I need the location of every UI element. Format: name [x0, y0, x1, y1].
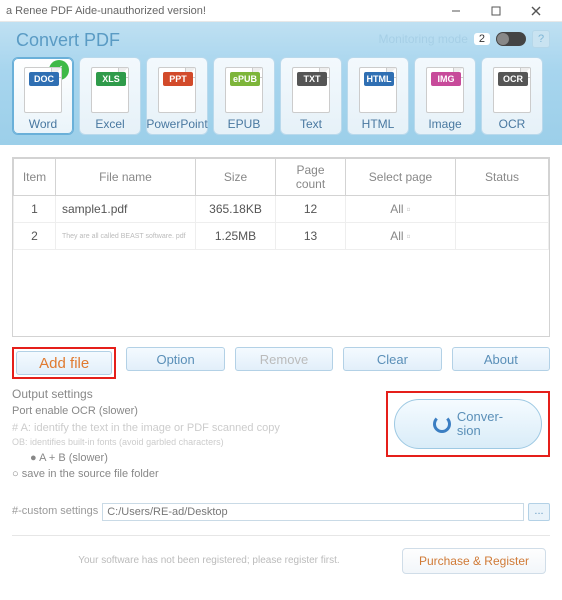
cell-size: 1.25MB	[196, 223, 276, 250]
format-excel[interactable]: ✓ XLS Excel	[79, 57, 141, 135]
custom-path-row: #-custom settings ...	[12, 503, 550, 521]
maximize-button[interactable]	[476, 0, 516, 22]
header: Convert PDF Monitoring mode 2 ? ✓ DOC Wo…	[0, 22, 562, 145]
format-icon: XLS	[91, 67, 129, 113]
output-path-input[interactable]	[102, 503, 524, 521]
format-label: Excel	[95, 117, 124, 131]
convert-label: Conver- sion	[457, 410, 503, 439]
col-item: Item	[14, 159, 56, 196]
format-icon: HTML	[359, 67, 397, 113]
purchase-register-button[interactable]: Purchase & Register	[402, 548, 546, 574]
format-icon: IMG	[426, 67, 464, 113]
format-label: PowerPoint	[146, 117, 207, 131]
output-settings: Output settings Port enable OCR (slower)…	[12, 385, 550, 521]
about-button[interactable]: About	[452, 347, 550, 371]
format-label: Text	[300, 117, 322, 131]
file-table: Item File name Size Page count Select pa…	[13, 158, 549, 250]
format-icon: ePUB	[225, 67, 263, 113]
cell-item: 1	[14, 196, 56, 223]
main: Item File name Size Page count Select pa…	[0, 145, 562, 584]
cell-selectpage[interactable]: All ▫	[346, 223, 456, 250]
file-table-wrap: Item File name Size Page count Select pa…	[12, 157, 550, 337]
format-label: EPUB	[228, 117, 261, 131]
custom-settings-label[interactable]: #-custom settings	[12, 503, 98, 520]
format-icon: PPT	[158, 67, 196, 113]
minimize-button[interactable]	[436, 0, 476, 22]
table-row[interactable]: 2 They are all called BEAST software. pd…	[14, 223, 549, 250]
window-title: a Renee PDF Aide-unauthorized version!	[6, 5, 436, 17]
cell-filename: They are all called BEAST software. pdf	[56, 223, 196, 250]
cell-status	[456, 223, 549, 250]
format-icon: TXT	[292, 67, 330, 113]
footer: Your software has not been registered; p…	[12, 535, 550, 578]
col-selectpage: Select page	[346, 159, 456, 196]
table-row[interactable]: 1 sample1.pdf 365.18KB 12 All ▫	[14, 196, 549, 223]
format-text[interactable]: ✓ TXT Text	[280, 57, 342, 135]
format-epub[interactable]: ✓ ePUB EPUB	[213, 57, 275, 135]
cell-selectpage[interactable]: All ▫	[346, 196, 456, 223]
format-label: Image	[428, 117, 461, 131]
convert-button[interactable]: Conver- sion	[394, 399, 542, 449]
browse-button[interactable]: ...	[528, 503, 550, 521]
titlebar: a Renee PDF Aide-unauthorized version!	[0, 0, 562, 22]
help-button[interactable]: ?	[532, 30, 550, 48]
add-file-highlight: Add file	[12, 347, 116, 379]
monitoring-count: 2	[474, 33, 490, 45]
cell-size: 365.18KB	[196, 196, 276, 223]
col-status: Status	[456, 159, 549, 196]
register-message: Your software has not been registered; p…	[16, 555, 402, 566]
format-row: ✓ DOC Word ✓ XLS Excel ✓ PPT PowerPoint …	[10, 57, 552, 135]
save-source-radio[interactable]: ○ save in the source file folder	[12, 466, 550, 483]
format-icon: DOC	[24, 67, 62, 113]
remove-button[interactable]: Remove	[235, 347, 333, 371]
format-powerpoint[interactable]: ✓ PPT PowerPoint	[146, 57, 208, 135]
format-ocr[interactable]: ✓ OCR OCR	[481, 57, 543, 135]
button-row: Add file Option Remove Clear About	[12, 347, 550, 379]
clear-button[interactable]: Clear	[343, 347, 441, 371]
format-icon: OCR	[493, 67, 531, 113]
col-filename: File name	[56, 159, 196, 196]
cell-pagecount: 12	[276, 196, 346, 223]
monitoring-label: Monitoring mode	[378, 32, 467, 46]
cell-pagecount: 13	[276, 223, 346, 250]
close-button[interactable]	[516, 0, 556, 22]
cell-filename: sample1.pdf	[56, 196, 196, 223]
monitoring-area: Monitoring mode 2 ?	[378, 30, 550, 48]
option-button[interactable]: Option	[126, 347, 224, 371]
cell-item: 2	[14, 223, 56, 250]
add-file-button[interactable]: Add file	[16, 351, 112, 375]
format-image[interactable]: ✓ IMG Image	[414, 57, 476, 135]
format-label: Word	[29, 117, 57, 131]
cell-status	[456, 196, 549, 223]
monitoring-toggle[interactable]	[496, 32, 526, 46]
convert-highlight: Conver- sion	[386, 391, 550, 457]
convert-icon	[433, 415, 451, 433]
format-label: OCR	[499, 117, 526, 131]
col-size: Size	[196, 159, 276, 196]
format-html[interactable]: ✓ HTML HTML	[347, 57, 409, 135]
col-pagecount: Page count	[276, 159, 346, 196]
format-label: HTML	[362, 117, 395, 131]
format-word[interactable]: ✓ DOC Word	[12, 57, 74, 135]
